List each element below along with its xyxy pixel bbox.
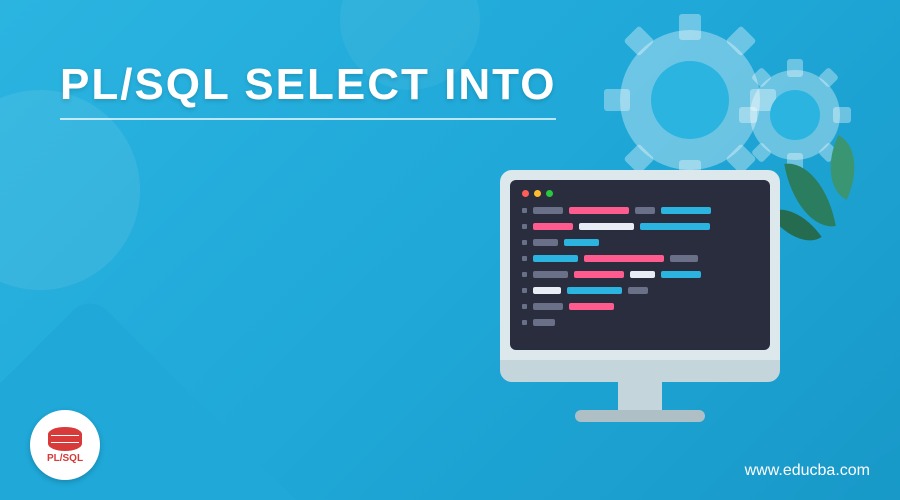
- monitor-stand: [618, 382, 662, 410]
- code-editor: [510, 180, 770, 350]
- maximize-dot-icon: [546, 190, 553, 197]
- minimize-dot-icon: [534, 190, 541, 197]
- database-icon: [48, 427, 82, 451]
- code-line: [522, 255, 758, 262]
- monitor-foot: [575, 410, 705, 422]
- monitor-screen: [500, 170, 780, 360]
- code-line: [522, 319, 758, 326]
- logo-label: PL/SQL: [47, 453, 83, 464]
- plsql-logo: PL/SQL: [30, 410, 100, 480]
- window-controls: [522, 190, 758, 197]
- gear-icon: [620, 30, 760, 170]
- code-line: [522, 271, 758, 278]
- banner-root: PL/SQL SELECT INTO: [0, 0, 900, 500]
- code-line: [522, 303, 758, 310]
- code-line: [522, 207, 758, 214]
- site-url: www.educba.com: [745, 462, 870, 480]
- bg-circle-decor: [0, 90, 140, 290]
- code-line: [522, 239, 758, 246]
- code-line: [522, 223, 758, 230]
- page-title: PL/SQL SELECT INTO: [60, 60, 556, 120]
- code-line: [522, 287, 758, 294]
- monitor-bezel: [500, 360, 780, 382]
- close-dot-icon: [522, 190, 529, 197]
- gear-icon: [750, 70, 840, 160]
- monitor-illustration: [500, 170, 780, 422]
